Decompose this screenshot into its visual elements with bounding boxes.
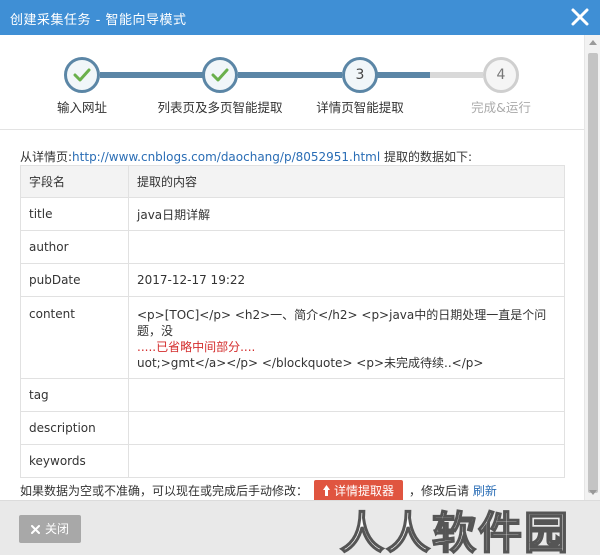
- step-3-label: 详情页智能提取: [316, 100, 404, 115]
- source-description: 从详情页:http://www.cnblogs.com/daochang/p/8…: [20, 148, 472, 165]
- field-name: description: [20, 411, 129, 445]
- field-value: [128, 444, 565, 478]
- step-4-number: 4: [496, 67, 506, 83]
- content-omitted-note: .....已省略中间部分....: [137, 340, 256, 354]
- step-1-node: [64, 57, 100, 93]
- field-name: pubDate: [20, 263, 129, 297]
- step-2-node: [202, 57, 238, 93]
- extracted-fields-table: 字段名 提取的内容 title java日期详解 author pubDate …: [20, 165, 565, 478]
- watermark: 人人软件园: [339, 507, 570, 555]
- source-url-link[interactable]: http://www.cnblogs.com/daochang/p/805295…: [72, 150, 380, 164]
- close-icon: [30, 525, 40, 534]
- step-connector-3-done: [375, 72, 430, 78]
- field-value: [128, 378, 565, 412]
- close-button-label: 关闭: [44, 522, 69, 536]
- table-row[interactable]: author: [20, 230, 565, 264]
- field-name: tag: [20, 378, 129, 412]
- column-header-content: 提取的内容: [128, 165, 565, 198]
- step-connector-2: [238, 72, 342, 78]
- scroll-up-icon[interactable]: [589, 40, 597, 45]
- modify-hint-after: ，修改后请: [409, 484, 470, 498]
- step-3-node: 3: [342, 57, 378, 93]
- field-value: [128, 411, 565, 445]
- table-row[interactable]: keywords: [20, 444, 565, 478]
- field-value: 2017-12-17 19:22: [128, 263, 565, 297]
- content-line-2: uot;>gmt</a></p> </blockquote> <p>未完成待续.…: [137, 356, 484, 370]
- step-wizard: 3 4 输入网址 列表页及多页智能提取 详情页智能提取 完成&运行: [0, 35, 584, 130]
- field-name: author: [20, 230, 129, 264]
- table-row[interactable]: description: [20, 411, 565, 445]
- check-icon: [73, 68, 91, 82]
- step-3-number: 3: [355, 67, 365, 83]
- scrollbar-thumb[interactable]: [588, 53, 598, 493]
- step-connector-1: [100, 72, 205, 78]
- field-name: title: [20, 197, 129, 231]
- detail-extractor-label: 详情提取器: [334, 484, 395, 498]
- field-name: keywords: [20, 444, 129, 478]
- table-header-row: 字段名 提取的内容: [20, 165, 565, 198]
- table-row[interactable]: content <p>[TOC]</p> <h2>一、简介</h2> <p>ja…: [20, 296, 565, 379]
- step-2-label: 列表页及多页智能提取: [157, 100, 283, 115]
- table-row[interactable]: pubDate 2017-12-17 19:22: [20, 263, 565, 297]
- source-suffix: 提取的数据如下:: [380, 150, 473, 164]
- field-value: [128, 230, 565, 264]
- field-value: java日期详解: [128, 197, 565, 231]
- pen-icon: [323, 485, 331, 496]
- close-button[interactable]: 关闭: [19, 515, 81, 543]
- step-connector-3-todo: [430, 72, 483, 78]
- field-name: content: [20, 296, 129, 379]
- source-prefix: 从详情页:: [20, 150, 73, 164]
- refresh-link[interactable]: 刷新: [473, 484, 497, 498]
- close-icon[interactable]: [568, 3, 592, 31]
- table-row[interactable]: title java日期详解: [20, 197, 565, 231]
- modify-hint-text: 如果数据为空或不准确，可以现在或完成后手动修改：: [20, 484, 309, 498]
- scrollbar[interactable]: [584, 35, 600, 500]
- field-value-content: <p>[TOC]</p> <h2>一、简介</h2> <p>java中的日期处理…: [128, 296, 565, 379]
- column-header-field: 字段名: [20, 165, 129, 198]
- content-line-1: <p>[TOC]</p> <h2>一、简介</h2> <p>java中的日期处理…: [137, 308, 547, 338]
- step-4-node: 4: [483, 57, 519, 93]
- scroll-down-icon[interactable]: [589, 490, 597, 495]
- step-4-label: 完成&运行: [471, 100, 531, 115]
- window-titlebar: 创建采集任务 - 智能向导模式: [0, 0, 600, 35]
- table-row[interactable]: tag: [20, 378, 565, 412]
- check-icon: [211, 68, 229, 82]
- step-1-label: 输入网址: [56, 100, 107, 115]
- window-title: 创建采集任务 - 智能向导模式: [10, 13, 187, 28]
